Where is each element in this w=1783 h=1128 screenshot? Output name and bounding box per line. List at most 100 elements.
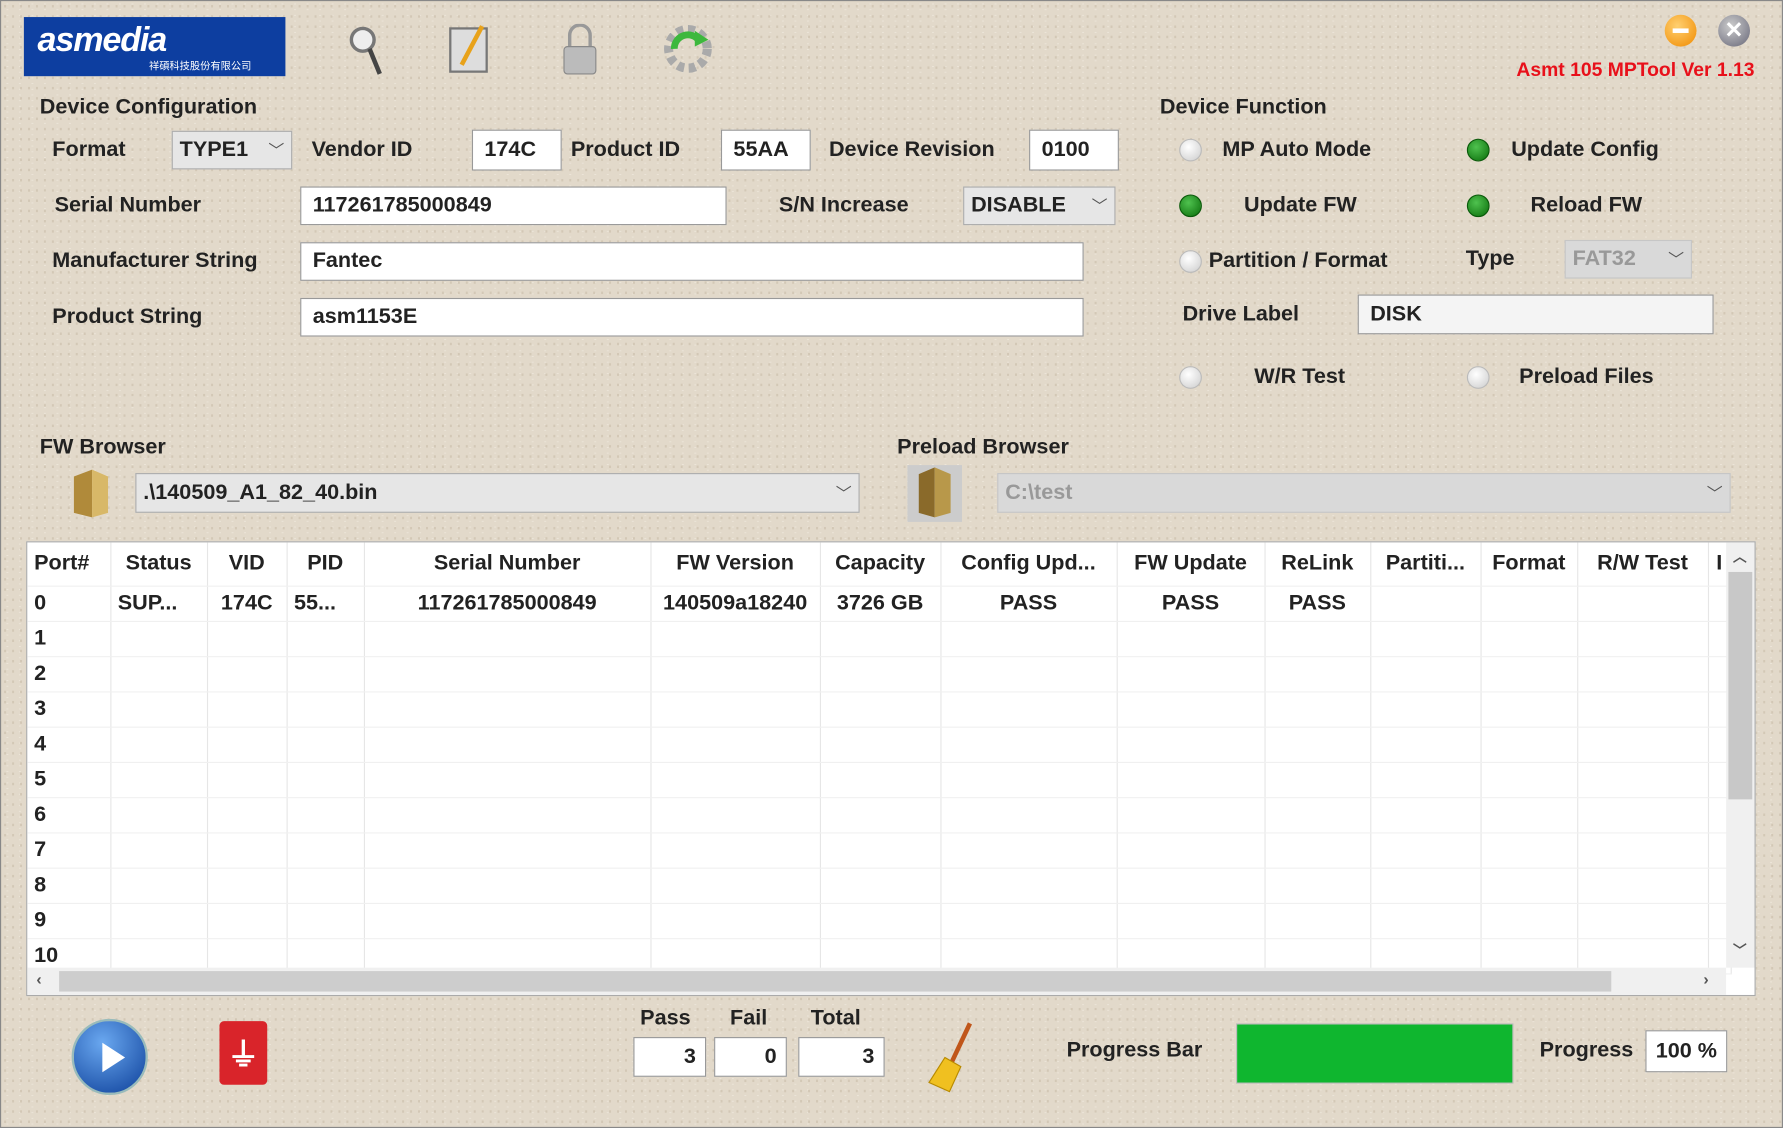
column-header[interactable]: Status [110, 542, 208, 587]
update-fw-radio[interactable] [1179, 194, 1202, 218]
table-row[interactable]: 6 [27, 797, 1732, 833]
table-cell [1264, 726, 1371, 763]
minimize-button[interactable] [1664, 14, 1697, 47]
device-revision-input[interactable]: 0100 [1029, 129, 1119, 171]
table-cell [110, 832, 208, 869]
progress-bar-fill [1237, 1024, 1513, 1083]
partition-format-radio[interactable] [1179, 250, 1202, 273]
table-cell: 55... [286, 585, 365, 622]
table-row[interactable]: 5 [27, 761, 1732, 798]
table-cell [819, 797, 941, 833]
type-select[interactable]: FAT32 ﹀ [1564, 239, 1693, 279]
table-row[interactable]: 1 [27, 620, 1732, 657]
table-cell [1480, 832, 1578, 869]
product-string-label: Product String [52, 304, 203, 329]
close-button[interactable]: ✕ [1718, 14, 1750, 47]
mp-auto-mode-radio[interactable] [1179, 138, 1202, 162]
fail-count: 0 [714, 1037, 787, 1077]
table-row[interactable]: 0 SUP... 174C 55... 117261785000849 140509a18… [27, 585, 1732, 622]
table-cell: 3726 GB [819, 585, 941, 622]
table-cell [206, 620, 288, 657]
table-cell [206, 902, 288, 939]
table-cell [1264, 867, 1371, 904]
table-cell [650, 620, 821, 657]
table-cell [650, 902, 821, 939]
table-row[interactable]: 4 [27, 726, 1732, 763]
column-header[interactable]: Config Upd... [940, 542, 1118, 587]
table-cell: 5 [27, 761, 111, 798]
search-icon[interactable] [348, 24, 382, 76]
vendor-id-label: Vendor ID [311, 137, 413, 162]
scroll-thumb[interactable] [1728, 571, 1753, 800]
asmedia-logo: asmedia 祥碩科技股份有限公司 [23, 17, 286, 77]
table-row[interactable]: 2 [27, 656, 1732, 692]
table-row[interactable]: 7 [27, 832, 1732, 869]
column-header[interactable]: Format [1480, 542, 1578, 587]
table-cell [1577, 832, 1709, 869]
column-header[interactable]: R/W Test [1577, 542, 1709, 587]
chevron-down-icon: ﹀ [268, 141, 285, 160]
sn-increase-select[interactable]: DISABLE ﹀ [963, 186, 1116, 226]
table-cell [363, 691, 651, 728]
column-header[interactable]: FW Version [650, 542, 821, 587]
usb-icon[interactable]: ⏚ [219, 1021, 268, 1085]
table-cell [1577, 585, 1709, 622]
product-id-input[interactable]: 55AA [720, 129, 811, 171]
start-button[interactable] [71, 1018, 148, 1096]
fw-file-select[interactable]: .\140509_A1_82_40.bin ﹀ [135, 473, 860, 513]
column-header[interactable]: ReLink [1264, 542, 1371, 587]
table-cell [1116, 902, 1266, 939]
table-cell [1116, 832, 1266, 869]
scroll-thumb[interactable] [59, 971, 1612, 992]
preload-files-radio[interactable] [1466, 366, 1490, 389]
update-config-radio[interactable] [1466, 138, 1490, 162]
gear-refresh-icon[interactable] [661, 22, 716, 77]
table-cell [1370, 656, 1482, 692]
broom-icon[interactable] [924, 1021, 976, 1094]
table-row[interactable]: 9 [27, 902, 1732, 939]
preload-path-select[interactable]: C:\test ﹀ [997, 473, 1731, 513]
drive-label-input[interactable]: DISK [1357, 294, 1714, 335]
table-row[interactable]: 8 [27, 867, 1732, 904]
table-cell [1577, 620, 1709, 657]
horizontal-scrollbar[interactable]: ‹ › [27, 967, 1727, 995]
table-cell [286, 726, 365, 763]
reload-fw-radio[interactable] [1466, 194, 1490, 218]
format-label: Format [52, 137, 126, 162]
table-cell [940, 620, 1118, 657]
column-header[interactable]: FW Update [1116, 542, 1266, 587]
folder-icon[interactable] [907, 465, 962, 522]
table-cell [206, 797, 288, 833]
vertical-scrollbar[interactable]: ︿ ﹀ [1726, 542, 1755, 968]
table-cell [363, 867, 651, 904]
table-cell: 117261785000849 [363, 585, 651, 622]
column-header[interactable]: Serial Number [363, 542, 651, 587]
table-cell: 4 [27, 726, 111, 763]
pass-label: Pass [640, 1006, 691, 1031]
folder-icon[interactable] [69, 467, 112, 519]
product-string-input[interactable]: asm1153E [300, 297, 1084, 337]
column-header[interactable]: Capacity [819, 542, 941, 587]
format-select[interactable]: TYPE1 ﹀ [171, 130, 293, 170]
manufacturer-string-input[interactable]: Fantec [300, 242, 1084, 281]
serial-number-input[interactable]: 117261785000849 [300, 186, 727, 226]
table-cell: 7 [27, 832, 111, 869]
notepad-edit-icon[interactable] [448, 24, 491, 74]
table-cell [1116, 867, 1266, 904]
wr-test-radio[interactable] [1179, 366, 1202, 389]
table-cell: 0 [27, 585, 111, 622]
lock-icon[interactable] [562, 23, 598, 76]
column-header[interactable]: Partiti... [1370, 542, 1482, 587]
table-cell [1370, 867, 1482, 904]
column-header[interactable]: VID [206, 542, 288, 587]
column-header[interactable]: Port# [27, 542, 111, 587]
table-row[interactable]: 3 [27, 691, 1732, 728]
sn-increase-label: S/N Increase [778, 193, 909, 218]
total-count: 3 [798, 1037, 885, 1077]
table-cell [1480, 691, 1578, 728]
column-header[interactable]: PID [286, 542, 365, 587]
vendor-id-input[interactable]: 174C [471, 129, 562, 171]
table-cell [363, 832, 651, 869]
table-cell [819, 902, 941, 939]
table-cell [1370, 797, 1482, 833]
